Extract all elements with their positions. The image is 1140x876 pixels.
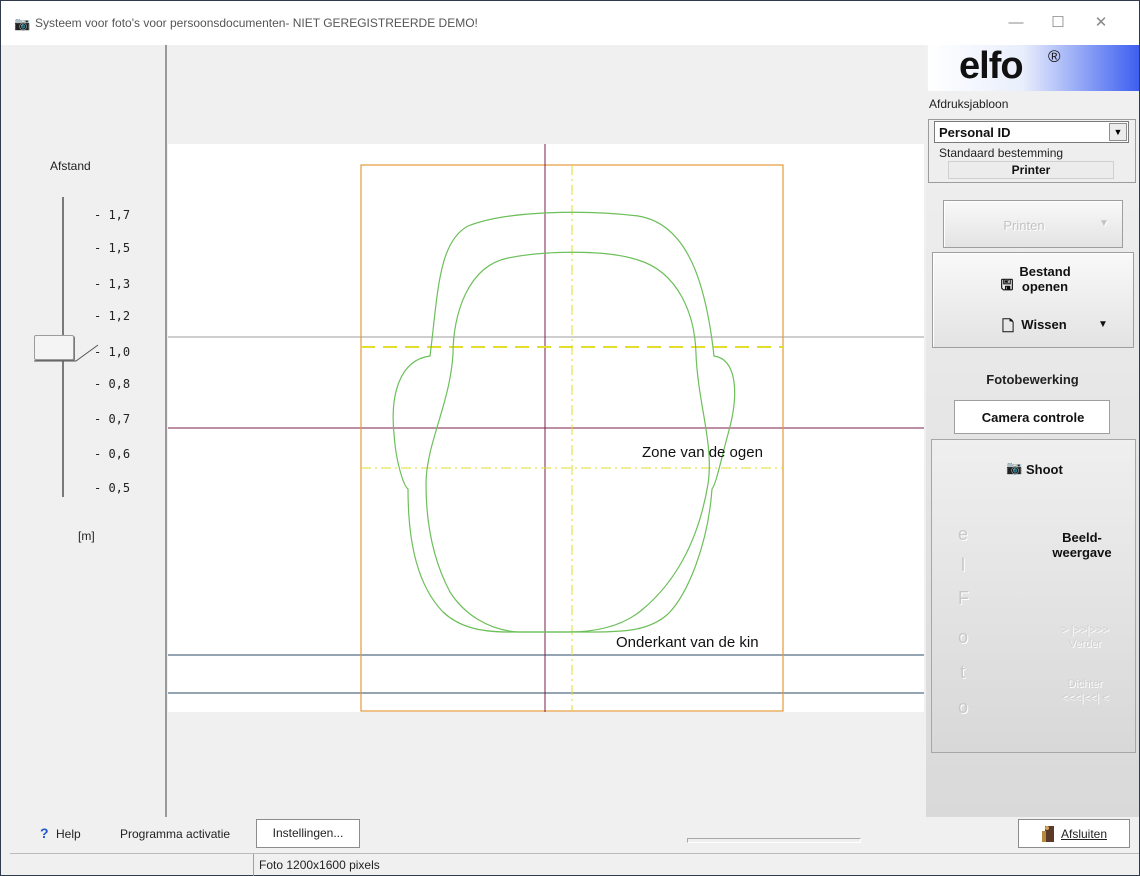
outer-head-outline [392, 211, 736, 633]
minimize-button[interactable]: — [996, 9, 1036, 37]
activation-link[interactable]: Programma activatie [120, 827, 230, 841]
tick-label: - 0,5 [94, 481, 131, 495]
closer-button[interactable]: Dichter [1040, 678, 1130, 690]
print-button[interactable]: Printen ▼ [943, 200, 1123, 248]
photo-edit-label: Fotobewerking [986, 372, 1079, 387]
efoto-letter: o [958, 697, 969, 717]
settings-button[interactable]: Instellingen... [256, 819, 360, 848]
camera-control-button[interactable]: Camera controle [954, 400, 1110, 434]
view-button[interactable]: Beeld- [1042, 530, 1122, 545]
tick-label: - 0,6 [94, 447, 131, 461]
destination-label: Standaard bestemming [939, 146, 1064, 160]
window-title: Systeem voor foto's voor persoonsdocumen… [35, 16, 478, 30]
distance-title: Afstand [50, 159, 91, 173]
eye-zone-label: Zone van de ogen [642, 444, 763, 461]
efoto-letter: t [960, 662, 966, 682]
tick-label: - 1,3 [94, 277, 131, 291]
chin-label: Onderkant van de kin [616, 634, 759, 651]
new-page-icon: 🗋 [1001, 318, 1015, 335]
open-file-button[interactable]: Bestand [1017, 264, 1073, 279]
maximize-button[interactable]: ☐ [1038, 9, 1078, 37]
file-actions-group: 🖫 Bestand openen 🗋 Wissen ▼ [932, 252, 1134, 348]
preview-bottom-margin [168, 712, 924, 817]
bottom-bar: ? Help Programma activatie Instellingen.… [10, 817, 1139, 851]
next-arrows: > |>>|>>> [1061, 624, 1109, 636]
clear-button[interactable]: Wissen [1019, 317, 1069, 332]
exit-button[interactable]: Afsluiten [1018, 819, 1130, 848]
closer-arrows: <<<|<<| < [1061, 692, 1109, 704]
inner-face-outline [425, 251, 710, 633]
efoto-letter: l [961, 555, 965, 575]
camera-icon: 📷 [1006, 460, 1023, 475]
elfo-logo: elfo ® [928, 45, 1139, 91]
tick-label: - 1,5 [94, 241, 131, 255]
tick-label: - 1,2 [94, 309, 131, 323]
status-bar: Foto 1200x1600 pixels [10, 853, 1139, 876]
tick-label: - 0,7 [94, 412, 131, 426]
progress-bar [687, 838, 861, 843]
template-select[interactable]: Personal ID ▼ [934, 121, 1129, 143]
shoot-panel: 📷 Shoot e l F o t o Beeld- weergave > |>… [931, 439, 1136, 753]
next-button[interactable]: Verder [1040, 638, 1130, 650]
control-panel: elfo ® Afdruksjabloon Personal ID ▼ Stan… [926, 45, 1139, 817]
tick-label: - 1,7 [94, 208, 131, 222]
slider-pointer [34, 344, 99, 362]
main-window: 📷 Systeem voor foto's voor persoonsdocum… [0, 0, 1140, 876]
distance-panel: Afstand - 1,7 - 1,5 - 1,3 - 1,2 - 1,0 - … [10, 45, 167, 817]
help-icon[interactable]: ? [40, 825, 49, 841]
efoto-letter: F [958, 588, 969, 608]
destination-value: Printer [948, 161, 1114, 179]
template-label: Afdruksjabloon [929, 97, 1009, 111]
efoto-letter: e [958, 524, 969, 544]
distance-unit: [m] [78, 529, 95, 543]
photo-info: Foto 1200x1600 pixels [259, 858, 380, 872]
camera-preview[interactable]: Zone van de ogen Onderkant van de kin [168, 144, 924, 712]
preview-top-margin [168, 45, 924, 144]
save-file-icon: 🖫 [1000, 277, 1014, 294]
shoot-button[interactable]: Shoot [1026, 462, 1063, 477]
tick-label: - 0,8 [94, 377, 131, 391]
dropdown-arrow-icon[interactable]: ▼ [1109, 123, 1127, 141]
title-bar: 📷 Systeem voor foto's voor persoonsdocum… [1, 1, 1139, 45]
face-guide-overlay [168, 144, 924, 712]
camera-icon: 📷 [14, 16, 31, 31]
chevron-down-icon: ▼ [1099, 218, 1109, 229]
efoto-letter: o [958, 627, 969, 647]
chevron-down-icon[interactable]: ▼ [1093, 319, 1113, 330]
close-button[interactable]: ✕ [1081, 9, 1121, 37]
exit-door-icon [1042, 826, 1054, 842]
help-link[interactable]: Help [56, 827, 81, 841]
